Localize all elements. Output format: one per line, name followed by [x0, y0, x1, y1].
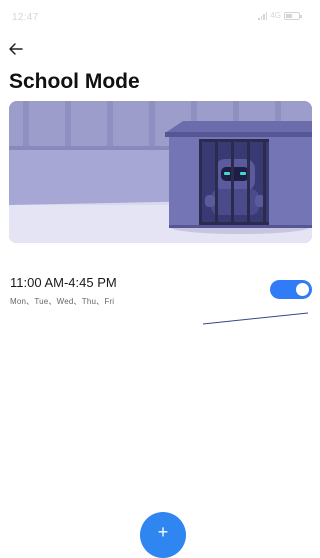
- battery-fill: [286, 14, 292, 18]
- hero-illustration: [9, 101, 312, 243]
- signal-icon: [258, 12, 268, 20]
- add-schedule-button[interactable]: +: [140, 512, 186, 558]
- page-title: School Mode: [9, 70, 140, 93]
- status-time: 12:47: [12, 12, 39, 23]
- battery-icon: [284, 12, 302, 20]
- back-button[interactable]: [6, 39, 28, 59]
- status-icons: 4G: [258, 11, 302, 21]
- network-label: 4G: [270, 11, 281, 20]
- toggle-knob: [296, 283, 309, 296]
- schedule-time-range: 11:00 AM-4:45 PM: [10, 275, 117, 290]
- status-bar: 12:47 4G: [0, 0, 312, 28]
- schedule-item[interactable]: 11:00 AM-4:45 PM Mon、Tue、Wed、Thu、Fri: [0, 264, 312, 314]
- back-arrow-icon: [9, 43, 23, 55]
- jailed-robot-illustration: [9, 101, 312, 243]
- schedule-days: Mon、Tue、Wed、Thu、Fri: [10, 297, 115, 306]
- schedule-toggle[interactable]: [270, 280, 312, 299]
